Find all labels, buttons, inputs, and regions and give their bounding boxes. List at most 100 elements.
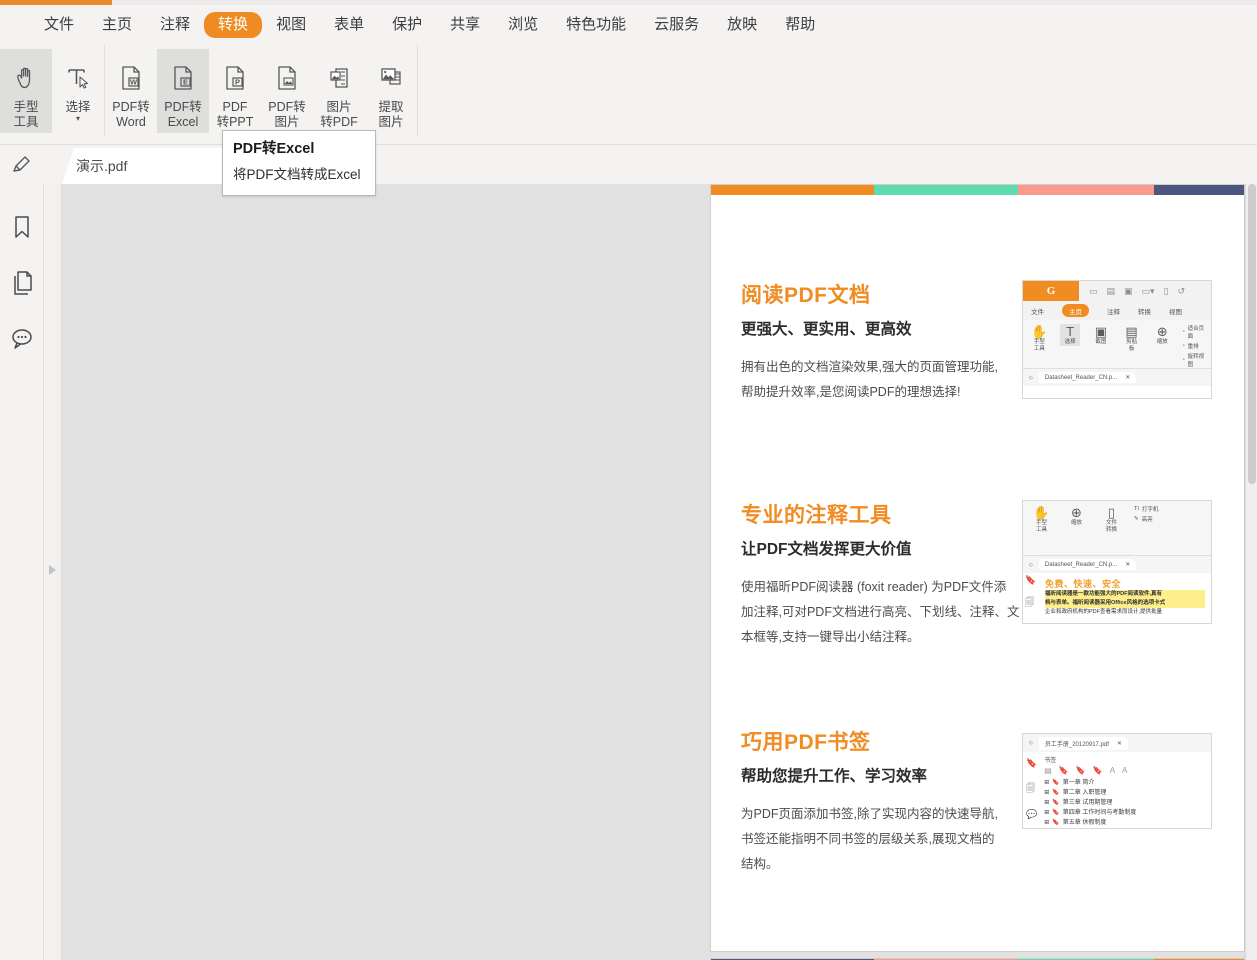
section-screenshot-1: ✋手型工具 ⊕缩放 ▯文件转换 TI打字机 ✎高亮 ◇ Datasheet_Reader_C… bbox=[1022, 500, 1212, 624]
menu-item-7[interactable]: 共享 bbox=[436, 11, 494, 39]
close-icon: ✕ bbox=[1125, 374, 1130, 381]
mini-right-item: ✎高亮 bbox=[1134, 515, 1158, 523]
mini-menu-item: 视图 bbox=[1169, 306, 1182, 316]
mini-bookmark-row: ⊞🔖第三章 试用期管理 bbox=[1044, 798, 1211, 808]
mini-tool: ⊕缩放 bbox=[1152, 324, 1173, 346]
bookmark-icon: 🔖 bbox=[1052, 788, 1059, 798]
chevron-right-icon bbox=[49, 565, 56, 575]
menu-item-2[interactable]: 注释 bbox=[146, 11, 204, 39]
ribbon-group-tools: 手型 工具选择▾ bbox=[0, 45, 105, 137]
colorbar-segment-0 bbox=[711, 185, 874, 195]
pdf-viewer-canvas[interactable]: 阅读PDF文档更强大、更实用、更高效拥有出色的文档渲染效果,强大的页面管理功能,… bbox=[62, 184, 1245, 960]
section-title: 阅读PDF文档 bbox=[741, 283, 1021, 309]
section-title: 巧用PDF书签 bbox=[741, 730, 1021, 756]
mini-doc-line: 福昕阅读器是一款功能强大的PDF阅读软件,真有 bbox=[1045, 590, 1205, 599]
mini-tool-label: 手型工具 bbox=[1036, 520, 1047, 534]
menu-item-6[interactable]: 保护 bbox=[378, 11, 436, 39]
menu-item-0[interactable]: 文件 bbox=[30, 11, 88, 39]
ribbon-button-text-select-icon[interactable]: 选择▾ bbox=[52, 49, 104, 133]
ribbon-group-convert: W PDF转 WordEPDF转 ExcelPPDF 转PPTPDF转 图片图片 … bbox=[105, 45, 418, 137]
menu-item-9[interactable]: 特色功能 bbox=[552, 11, 640, 39]
ribbon-button-pdf-to-excel-icon[interactable]: EPDF转 Excel bbox=[157, 49, 209, 133]
comments-panel[interactable] bbox=[7, 326, 37, 356]
bookmark-icon: 🔖 bbox=[1052, 818, 1059, 828]
mini-bookmark-row: ⊞🔖第一章 简介 bbox=[1044, 778, 1211, 788]
list-icon: ▤ bbox=[1044, 766, 1052, 775]
mini-tool: ⊕缩放 bbox=[1064, 505, 1089, 527]
page-thumbnails-panel[interactable] bbox=[7, 270, 37, 300]
mini-ribbon-right: ▫适合页面▫重排▫旋转视图 bbox=[1183, 324, 1205, 368]
menu-item-1[interactable]: 主页 bbox=[88, 11, 146, 39]
mini-tool-label: 手型工具 bbox=[1034, 339, 1045, 353]
bookmark-panel[interactable] bbox=[7, 214, 37, 244]
mini-right-icon: ▫ bbox=[1183, 357, 1185, 363]
mini-document-tab: 员工手册_20120917.pdf✕ bbox=[1039, 737, 1128, 750]
mini-highlighter-icon: ◇ bbox=[1029, 562, 1033, 568]
mini-doc-line: 企业和政府机构的PDF查看需求而设计,提供批量 bbox=[1045, 608, 1205, 617]
pdf-page-1: 阅读PDF文档更强大、更实用、更高效拥有出色的文档渲染效果,强大的页面管理功能,… bbox=[710, 184, 1245, 952]
expand-icon: ⊞ bbox=[1044, 788, 1049, 798]
section-screenshot-2: ◇员工手册_20120917.pdf✕🔖🗐💬书签▤🔖🔖🔖AA⊞🔖第一章 简介⊞🔖… bbox=[1022, 733, 1212, 829]
ribbon-button-pdf-to-word-icon[interactable]: W PDF转 Word bbox=[105, 49, 157, 133]
section-text-block: 阅读PDF文档更强大、更实用、更高效拥有出色的文档渲染效果,强大的页面管理功能,… bbox=[741, 283, 1021, 405]
mini-menu-item: 转换 bbox=[1138, 306, 1151, 316]
ribbon-button-image-to-pdf-icon[interactable]: 图片 转PDF bbox=[313, 49, 365, 133]
menu-item-3[interactable]: 转换 bbox=[204, 12, 262, 38]
ribbon-button-label: 选择 bbox=[65, 100, 90, 115]
ribbon-button-hand-icon[interactable]: 手型 工具 bbox=[0, 49, 52, 133]
mini-menu-bar: 文件主页注释转换视图 bbox=[1023, 301, 1211, 320]
ribbon-button-pdf-to-ppt-icon[interactable]: PPDF 转PPT bbox=[209, 49, 261, 133]
mini-doc-title: 免费、快速、安全 bbox=[1045, 577, 1205, 590]
mini-tool-label: 文件转换 bbox=[1106, 520, 1117, 534]
pdf-to-word-icon: W bbox=[116, 57, 146, 99]
mini-tool-icon: ▯ bbox=[1108, 505, 1115, 520]
panel-expand-handle[interactable] bbox=[45, 184, 62, 960]
font-decrease-icon: A bbox=[1122, 766, 1127, 775]
bookmark-icon: 🔖 bbox=[1025, 575, 1036, 586]
mini-right-item: TI打字机 bbox=[1134, 505, 1158, 513]
mini-right-icon: ▫ bbox=[1183, 343, 1185, 349]
section-text-block: 巧用PDF书签帮助您提升工作、学习效率为PDF页面添加书签,除了实现内容的快速导… bbox=[741, 730, 1021, 877]
mini-tab-row: ◇Datasheet_Reader_CN.p...✕ bbox=[1023, 368, 1211, 386]
menu-item-5[interactable]: 表单 bbox=[320, 11, 378, 39]
vertical-scrollbar[interactable] bbox=[1245, 184, 1257, 960]
mini-tool-icon: ▤ bbox=[1125, 324, 1137, 339]
highlighter-icon[interactable] bbox=[8, 152, 34, 178]
menu-item-11[interactable]: 放映 bbox=[713, 11, 771, 39]
mini-bookmark-list: ⊞🔖第一章 简介⊞🔖第二章 入职管理⊞🔖第三章 试用期管理⊞🔖第四章 工作时间与… bbox=[1040, 778, 1211, 828]
text-select-icon bbox=[63, 57, 93, 99]
mini-tool-icon: ▣ bbox=[1095, 324, 1107, 339]
tooltip-popup: PDF转Excel 将PDF文档转成Excel bbox=[222, 130, 376, 196]
mini-tool-icon: ✋ bbox=[1033, 505, 1049, 520]
mini-bookmark-row: ⊞🔖第二章 入职管理 bbox=[1044, 788, 1211, 798]
page-content: 阅读PDF文档更强大、更实用、更高效拥有出色的文档渲染效果,强大的页面管理功能,… bbox=[711, 195, 1244, 960]
edit-bookmark-icon: 🔖 bbox=[1076, 766, 1086, 775]
section-subtitle: 更强大、更实用、更高效 bbox=[741, 319, 1021, 341]
mini-highlighter-icon: ◇ bbox=[1029, 375, 1033, 381]
section-body: 拥有出色的文档渲染效果,强大的页面管理功能, 帮助提升效率,是您阅读PDF的理想… bbox=[741, 355, 1021, 405]
mini-right-icon: TI bbox=[1134, 506, 1139, 512]
svg-text:W: W bbox=[130, 77, 138, 86]
menu-item-8[interactable]: 浏览 bbox=[494, 11, 552, 39]
menu-item-12[interactable]: 帮助 bbox=[771, 11, 829, 39]
ribbon-button-pdf-to-image-icon[interactable]: PDF转 图片 bbox=[261, 49, 313, 133]
ribbon-button-label: PDF转 Word bbox=[112, 100, 150, 130]
mini-tool-icon: T bbox=[1066, 324, 1074, 339]
scrollbar-thumb[interactable] bbox=[1248, 184, 1256, 484]
mini-tool: T选择 bbox=[1060, 324, 1081, 346]
bookmark-icon: 🔖 bbox=[1026, 758, 1037, 769]
ribbon-button-label: 手型 工具 bbox=[13, 100, 38, 130]
menu-item-10[interactable]: 云服务 bbox=[640, 11, 713, 39]
mini-right-icon: ✎ bbox=[1134, 516, 1139, 522]
mini-tab-row: ◇员工手册_20120917.pdf✕ bbox=[1023, 734, 1211, 752]
chevron-down-icon[interactable]: ▾ bbox=[76, 116, 80, 122]
mini-tool: ✋手型工具 bbox=[1029, 505, 1054, 534]
hand-icon bbox=[11, 57, 41, 99]
menu-item-4[interactable]: 视图 bbox=[262, 11, 320, 39]
ribbon-button-extract-image-icon[interactable]: 提取 图片 bbox=[365, 49, 417, 133]
ribbon-toolbar: 手型 工具选择▾ WPDF转 WordEPDF转 ExcelPPDF 转PPTP… bbox=[0, 45, 1257, 145]
mini-document-tab: Datasheet_Reader_CN.p...✕ bbox=[1039, 559, 1136, 570]
mini-tool-label: 截图 bbox=[1095, 339, 1106, 346]
tooltip-title: PDF转Excel bbox=[233, 139, 365, 159]
mini-ribbon-right: TI打字机 ✎高亮 bbox=[1134, 505, 1158, 523]
